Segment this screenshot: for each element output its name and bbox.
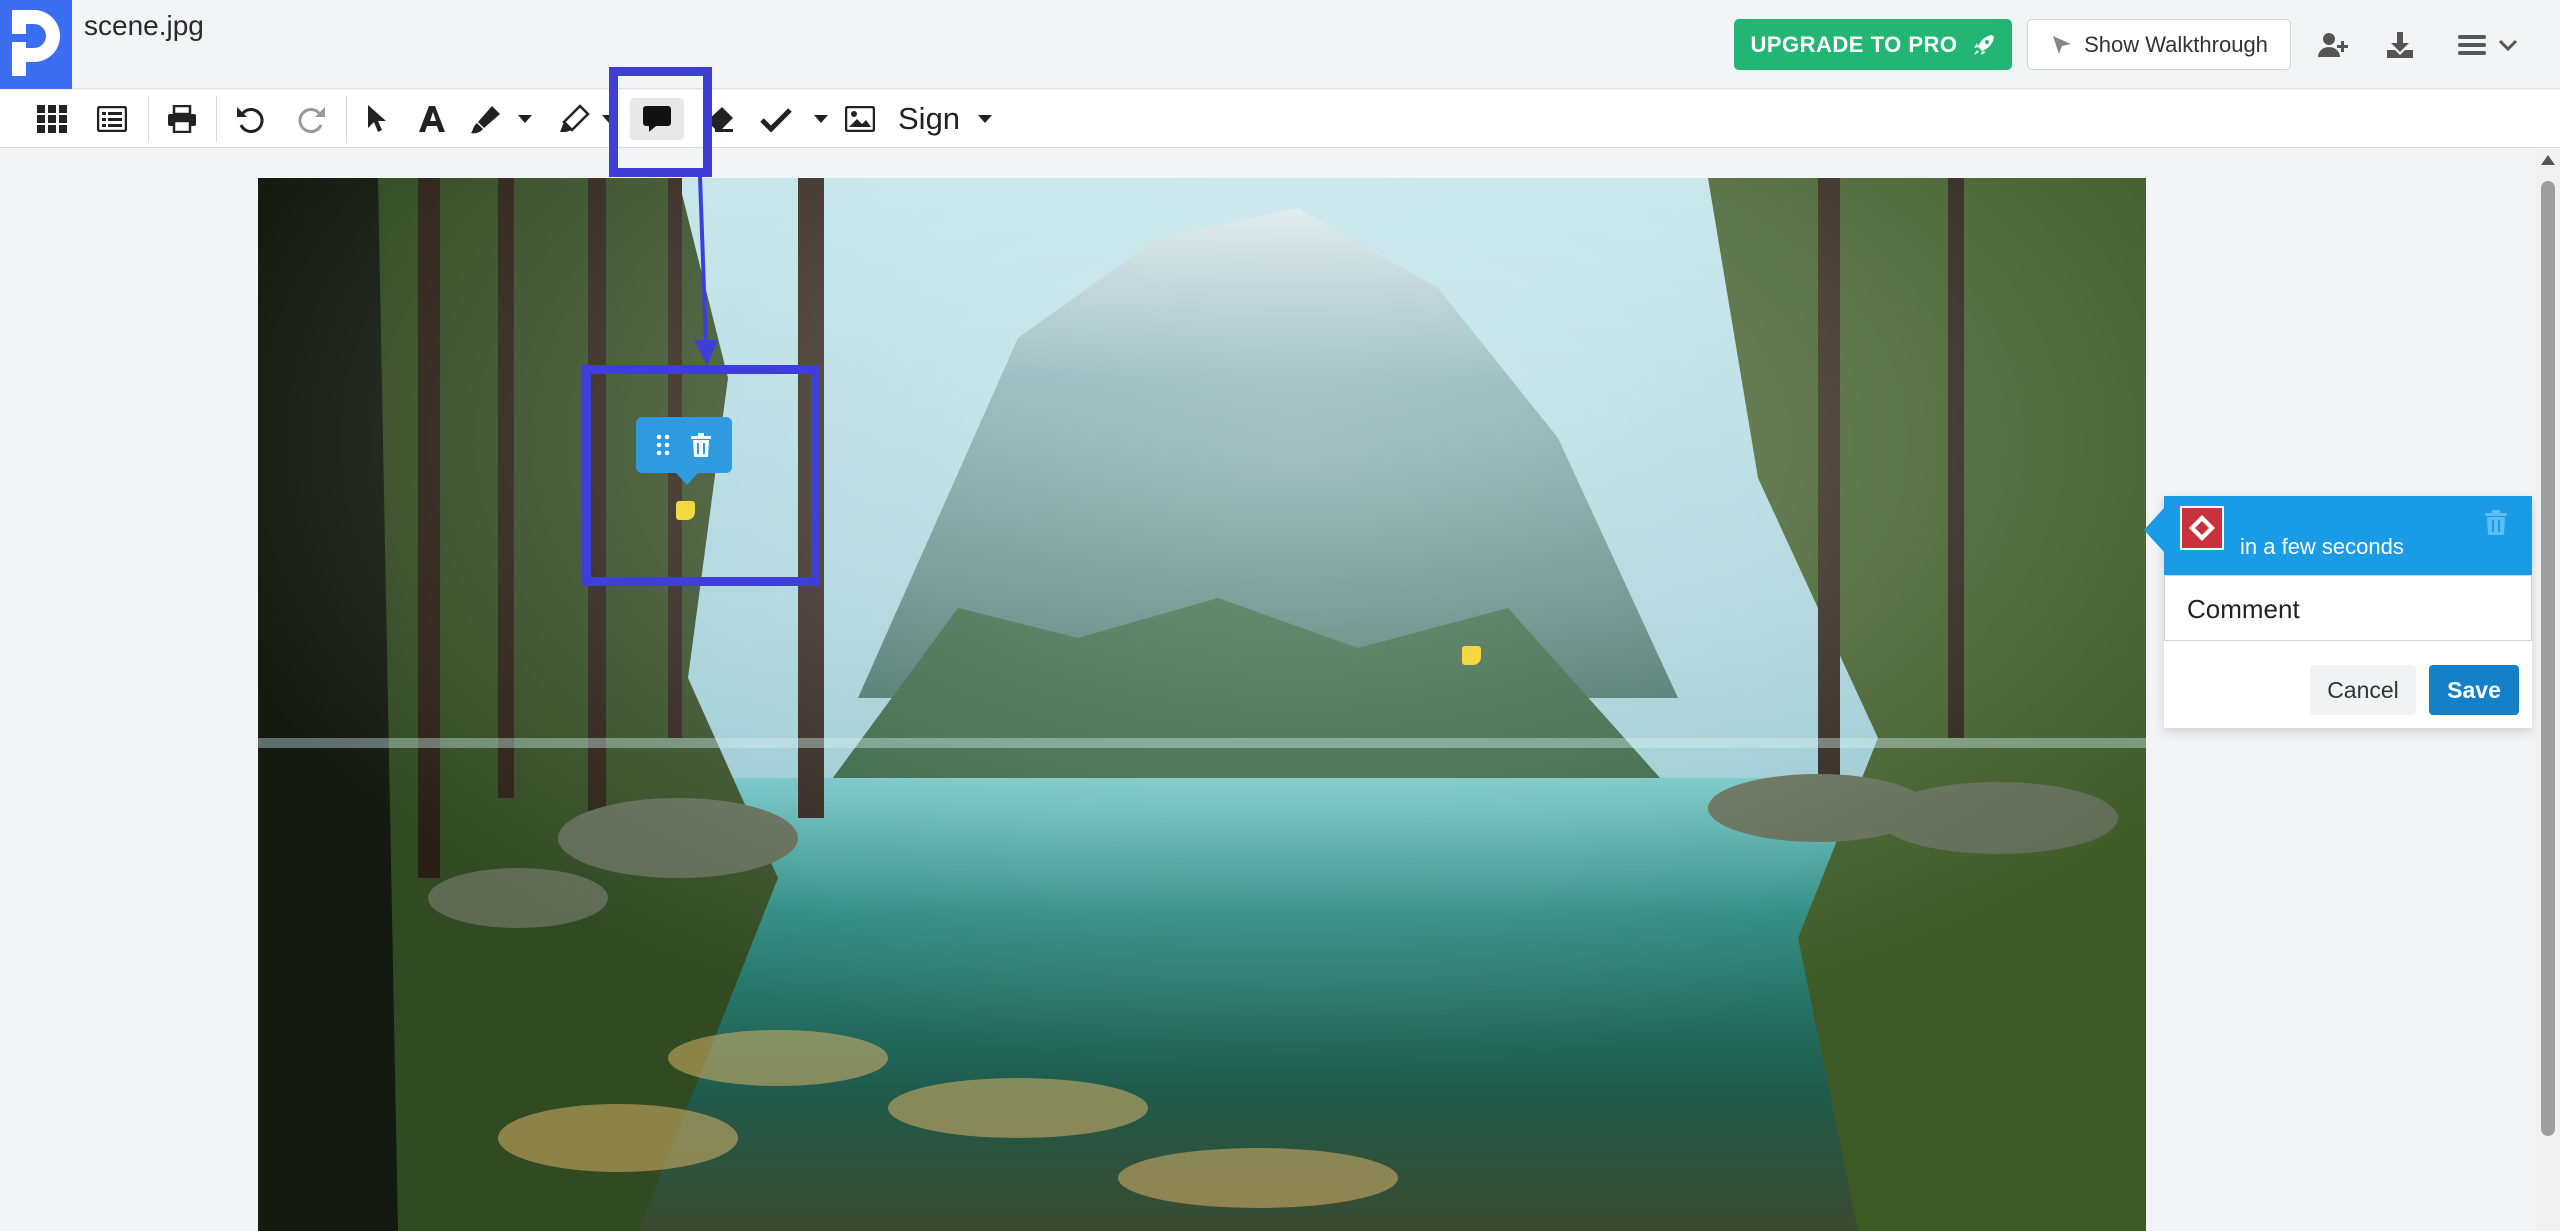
chevron-down-icon: [978, 115, 992, 123]
pen-tool-button[interactable]: [470, 90, 532, 148]
image-tool-button[interactable]: [840, 90, 880, 148]
select-tool-button[interactable]: [358, 90, 394, 148]
undo-icon: [237, 107, 264, 133]
print-button[interactable]: [162, 90, 202, 148]
trash-icon: [2485, 510, 2507, 535]
undo-button[interactable]: [230, 90, 270, 148]
print-icon: [168, 105, 196, 133]
show-walkthrough-button[interactable]: Show Walkthrough: [2027, 19, 2291, 70]
walkthrough-label: Show Walkthrough: [2084, 31, 2268, 57]
comment-tool-highlight: [609, 67, 712, 177]
upgrade-to-pro-button[interactable]: UPGRADE TO PRO: [1734, 19, 2012, 70]
redo-icon: [298, 107, 325, 133]
document-filename: scene.jpg: [84, 10, 204, 41]
chevron-down-icon: [518, 115, 532, 123]
checkmark-tool-button[interactable]: [760, 90, 828, 148]
highlighter-tool-button[interactable]: [558, 90, 616, 148]
checkmark-icon: [760, 108, 792, 132]
pointer-icon: [368, 105, 386, 132]
scroll-up-arrow[interactable]: [2541, 155, 2555, 165]
user-avatar-icon: [2189, 515, 2215, 541]
toolbar-divider: [346, 96, 347, 142]
grid-icon: [37, 105, 67, 133]
comment-marker-highlight: [582, 365, 820, 586]
chevron-down-icon: [2498, 39, 2518, 52]
image-icon: [845, 106, 875, 132]
toolbar-divider: [148, 96, 149, 142]
popup-pointer: [2144, 508, 2164, 552]
play-icon: [2053, 35, 2072, 54]
app-logo[interactable]: [0, 0, 72, 89]
redo-button[interactable]: [292, 90, 332, 148]
text-tool-button[interactable]: [412, 90, 452, 148]
menu-icon: [2458, 35, 2486, 55]
upgrade-label: UPGRADE TO PRO: [1750, 31, 1958, 57]
scrollbar-thumb[interactable]: [2541, 181, 2555, 1136]
comment-popup-header: in a few seconds: [2164, 496, 2532, 575]
sign-label: Sign: [898, 101, 961, 136]
save-button[interactable]: Save: [2429, 665, 2519, 715]
outline-button[interactable]: [92, 90, 132, 148]
comment-input[interactable]: Comment: [2164, 575, 2532, 641]
app-header: scene.jpg UPGRADE TO PRO Show Walkthroug…: [0, 0, 2560, 89]
cancel-button[interactable]: Cancel: [2310, 665, 2416, 715]
delete-comment-button[interactable]: [2484, 510, 2508, 541]
rocket-icon: [1973, 34, 1994, 55]
download-icon[interactable]: [2381, 26, 2419, 64]
scene-image[interactable]: [258, 178, 2146, 1231]
highlighter-icon: [560, 104, 590, 132]
editor-toolbar: Sign: [0, 90, 2560, 148]
toolbar-divider: [216, 96, 217, 142]
sign-tool-button[interactable]: Sign: [898, 90, 992, 148]
lake-landscape-image: [258, 178, 2146, 1231]
comment-popup: in a few seconds Comment Cancel Save: [2144, 496, 2532, 728]
chevron-down-icon: [814, 115, 828, 123]
main-menu-button[interactable]: [2458, 26, 2518, 64]
logo-icon: [12, 10, 60, 76]
vertical-scrollbar[interactable]: [2536, 149, 2560, 1231]
avatar: [2180, 506, 2224, 550]
pen-icon: [471, 106, 500, 134]
add-user-icon[interactable]: [2314, 26, 2352, 64]
list-icon: [97, 106, 127, 132]
text-icon: [419, 106, 445, 132]
thumbnails-button[interactable]: [32, 90, 72, 148]
comment-timestamp: in a few seconds: [2240, 534, 2404, 559]
comment-marker[interactable]: [1462, 646, 1481, 665]
